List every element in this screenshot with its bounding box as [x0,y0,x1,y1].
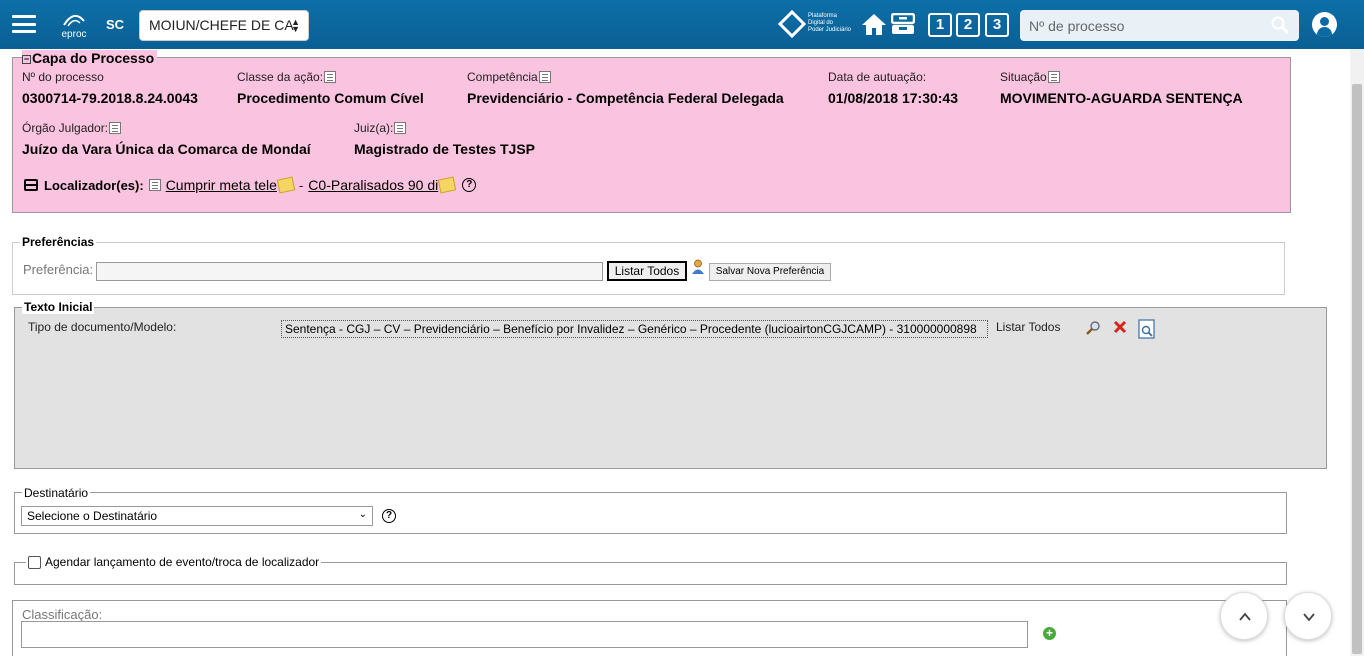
shortcut-1-button[interactable]: 1 [928,13,952,37]
salvar-preferencia-button[interactable]: Salvar Nova Preferência [709,263,831,281]
numero-value: 0300714-79.2018.8.24.0043 [22,90,198,106]
competencia-value: Previdenciário - Competência Federal Del… [467,90,784,106]
capa-processo-title[interactable]: − Capa do Processo [22,50,158,66]
magnifier-icon[interactable] [1085,320,1101,336]
tray-icon [24,179,38,191]
data-autuacao-label: Data de autuação: [828,70,927,84]
menu-icon[interactable] [12,15,36,33]
shortcut-2-button[interactable]: 2 [956,13,980,37]
unit-select[interactable]: MOIUN/CHEFE DE CA ▲ ▼ [139,10,309,41]
classe-value: Procedimento Comum Cível [237,90,424,106]
destinatario-select[interactable]: Selecione o Destinatário ⌄ [21,506,373,526]
juiz-label: Juiz(a): [354,121,407,135]
juiz-info-icon[interactable] [394,122,407,134]
user-avatar-icon[interactable] [1312,12,1337,37]
shortcut-3-button[interactable]: 3 [985,13,1009,37]
texto-inicial-legend: Texto Inicial [22,300,95,314]
localizador-link-2[interactable]: C0-Paralisados 90 di [308,177,438,193]
pdpj-diamond-icon [777,9,807,39]
unit-select-value: MOIUN/CHEFE DE CA [149,17,294,33]
state-label: SC [106,17,125,32]
tipo-documento-label: Tipo de documento/Modelo: [28,320,177,334]
classe-label: Classe da ação: [237,70,337,84]
add-icon[interactable]: + [1043,627,1056,640]
top-bar: eproc SC MOIUN/CHEFE DE CA ▲ ▼ Plataforma… [0,0,1364,49]
destinatario-legend: Destinatário [22,486,91,500]
note-icon-2[interactable] [437,176,457,194]
preferencias-legend: Preferências [20,235,97,249]
competencia-label: Competência [467,70,551,84]
agendar-checkbox[interactable] [28,556,41,569]
process-search-input[interactable] [1020,10,1260,41]
inbox-icon[interactable] [891,13,915,35]
person-icon[interactable] [691,259,705,274]
competencia-info-icon[interactable] [538,71,551,83]
situacao-info-icon[interactable] [1047,71,1060,83]
scrollbar-thumb[interactable] [1352,84,1362,654]
destinatario-select-value: Selecione o Destinatário [27,509,158,523]
localizador-link-1[interactable]: Cumprir meta tele [166,177,277,193]
search-icon[interactable] [1271,16,1289,34]
localizador-separator: - [298,177,304,193]
localizadores-row: Localizador(es): Cumprir meta tele - C0-… [24,176,477,194]
orgao-value: Juízo da Vara Única da Comarca de Mondaí [22,141,311,157]
eproc-logo-text: eproc [61,29,87,40]
help-icon[interactable]: ? [462,178,477,192]
page-scrollbar[interactable] [1350,49,1364,656]
listar-todos-modelos-link[interactable]: Listar Todos [996,320,1060,334]
chevron-down-icon [1303,613,1315,622]
destinatario-help-icon[interactable]: ? [382,509,396,523]
preview-document-icon[interactable] [1138,319,1156,339]
classificacao-label: Classificação: [22,607,103,622]
orgao-label: Órgão Julgador: [22,121,122,135]
numero-label: Nº do processo [22,70,104,84]
pdpj-logo[interactable]: Plataforma Digital do Poder Judiciário [777,9,858,39]
localizador-label: Localizador(es): [44,177,144,193]
situacao-value: MOVIMENTO-AGUARDA SENTENÇA [1000,90,1243,106]
collapse-icon[interactable]: − [22,55,31,64]
situacao-label: Situação [1000,70,1060,84]
chevron-down-icon: ⌄ [358,509,367,520]
eproc-swoosh-icon [63,14,85,27]
scroll-up-button[interactable] [1220,592,1268,640]
data-autuacao-value: 01/08/2018 17:30:43 [828,90,958,106]
juiz-value: Magistrado de Testes TJSP [354,141,536,157]
process-search [1020,10,1299,41]
classe-info-icon[interactable] [324,71,337,83]
preferencia-input[interactable] [96,262,603,281]
home-icon[interactable] [861,12,887,36]
chevron-up-icon [1239,612,1251,621]
select-arrows-icon: ▲ ▼ [291,17,300,34]
listar-todos-preferencias-button[interactable]: Listar Todos [607,261,687,281]
classificacao-input[interactable] [21,621,1028,648]
orgao-info-icon[interactable] [109,122,122,134]
note-icon[interactable] [276,176,296,194]
scroll-down-button[interactable] [1284,592,1332,640]
agendar-legend: Agendar lançamento de evento/troca de lo… [26,555,322,569]
localizador-info-icon[interactable] [148,179,161,191]
modelo-selected[interactable]: Sentença - CGJ – CV – Previdenciário – B… [281,320,988,338]
eproc-logo[interactable]: eproc [58,9,90,41]
pdpj-text: Plataforma Digital do Poder Judiciário [808,13,852,33]
delete-icon[interactable] [1113,320,1127,334]
preferencia-label: Preferência: [23,262,94,277]
